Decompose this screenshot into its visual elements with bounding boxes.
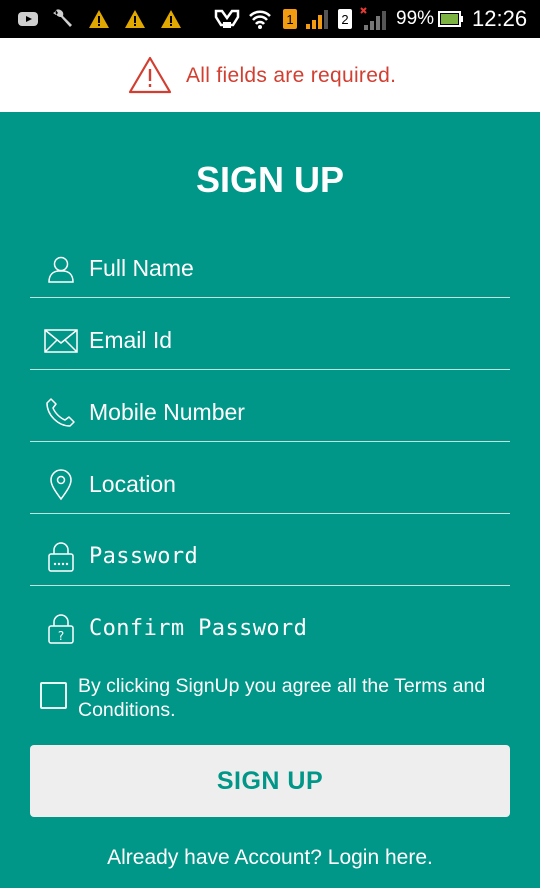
location-input[interactable] bbox=[89, 464, 499, 504]
terms-checkbox[interactable] bbox=[40, 682, 67, 709]
location-field bbox=[30, 454, 510, 514]
warning-icon bbox=[159, 7, 183, 31]
mobile-input[interactable] bbox=[89, 392, 499, 432]
app-icon bbox=[214, 7, 240, 31]
sim2-badge-icon: 2 bbox=[337, 7, 353, 31]
terms-label: By clicking SignUp you agree all the Ter… bbox=[78, 675, 486, 721]
sim1-signal-icon bbox=[304, 7, 330, 31]
warning-icon bbox=[123, 7, 147, 31]
mobile-field bbox=[30, 382, 510, 442]
wifi-icon bbox=[247, 7, 273, 31]
envelope-icon bbox=[44, 324, 78, 358]
wrench-icon bbox=[51, 7, 75, 31]
youtube-icon bbox=[16, 7, 40, 31]
lock-question-icon: ? bbox=[44, 612, 78, 646]
confirm-password-input[interactable] bbox=[89, 608, 499, 648]
location-pin-icon bbox=[44, 468, 78, 502]
password-field bbox=[30, 526, 510, 586]
svg-text:?: ? bbox=[58, 629, 64, 643]
page-title: SIGN UP bbox=[195, 159, 345, 200]
sim1-badge-icon: 1 bbox=[282, 7, 298, 31]
login-link[interactable]: Already have Account? Login here. bbox=[0, 844, 540, 872]
status-bar: 1 2 99% 12:26 bbox=[0, 0, 540, 38]
user-icon bbox=[44, 252, 78, 286]
error-message: All fields are required. bbox=[186, 64, 397, 87]
clock: 12:26 bbox=[472, 6, 528, 31]
sim1-label: 1 bbox=[286, 12, 293, 27]
signup-button[interactable]: SIGN UP bbox=[30, 745, 510, 817]
full-name-field bbox=[30, 238, 510, 298]
battery-icon bbox=[438, 7, 464, 31]
password-input[interactable] bbox=[89, 536, 499, 576]
sim2-label: 2 bbox=[341, 12, 348, 27]
battery-percent: 99% bbox=[396, 8, 435, 29]
email-field bbox=[30, 310, 510, 370]
full-name-input[interactable] bbox=[89, 248, 499, 288]
email-input[interactable] bbox=[89, 320, 499, 360]
warning-triangle-icon bbox=[128, 56, 172, 99]
confirm-password-field: ? bbox=[30, 598, 510, 658]
sim2-signal-icon bbox=[359, 7, 389, 31]
lock-icon bbox=[44, 540, 78, 574]
warning-icon bbox=[87, 7, 111, 31]
phone-icon bbox=[44, 396, 78, 430]
